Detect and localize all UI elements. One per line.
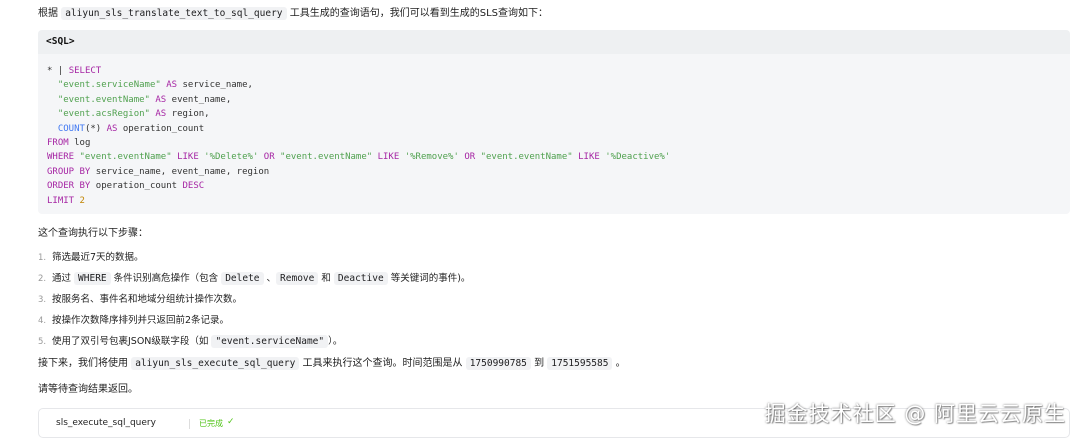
code-line: "event.eventName" AS event_name, <box>47 95 231 105</box>
intro-prefix: 根据 <box>38 8 58 19</box>
code-line: GROUP BY service_name, event_name, regio… <box>47 167 269 177</box>
code-line: FROM log <box>47 138 90 148</box>
intro-tool-code: aliyun_sls_translate_text_to_sql_query <box>61 7 287 20</box>
step-code: Delete <box>221 272 264 285</box>
code-token: LIKE <box>578 152 600 163</box>
code-token: "event.eventName" <box>480 152 573 163</box>
code-token: * | <box>47 66 69 76</box>
step-code: Deactive <box>333 272 388 285</box>
code-line: LIMIT 2 <box>47 196 85 206</box>
step-text: 筛选最近7天的数据。 <box>52 252 144 263</box>
next-text-2: 工具来执行这个查询。时间范围是从 <box>299 358 466 369</box>
step-code: "event.serviceName" <box>211 335 329 348</box>
tool-call-divider <box>189 419 190 429</box>
code-token: AS <box>155 109 167 120</box>
step-item: 5. 使用了双引号包裹JSON级联字段（如 "event.serviceName"… <box>38 331 470 352</box>
code-line: ORDER BY operation_count DESC <box>47 181 204 191</box>
next-text-4: 。 <box>612 358 626 369</box>
next-tool-code: aliyun_sls_execute_sql_query <box>131 357 300 370</box>
code-token: AS <box>106 123 118 134</box>
code-token: WHERE <box>47 152 75 163</box>
step-text: 通过 <box>52 273 75 284</box>
step-item: 3. 按服务名、事件名和地域分组统计操作次数。 <box>38 289 470 310</box>
sql-code: * | SELECT "event.serviceName" AS servic… <box>38 54 1070 208</box>
step-number: 1. <box>38 253 47 263</box>
code-token: OR <box>464 152 476 163</box>
step-text: 和 <box>318 273 334 284</box>
chat-message: 根据 aliyun_sls_translate_text_to_sql_quer… <box>0 0 1080 445</box>
code-token: event_name, <box>166 94 232 105</box>
next-text-3: 到 <box>530 358 548 369</box>
code-token: '%Deactive%' <box>605 152 671 163</box>
code-token: "event.serviceName" <box>57 80 161 91</box>
code-token: "event.eventName" <box>280 152 373 163</box>
step-item: 1. 筛选最近7天的数据。 <box>38 247 470 268</box>
next-text-1: 接下来，我们将使用 <box>38 358 132 369</box>
code-token: OR <box>263 152 275 163</box>
code-line: * | SELECT <box>47 66 101 76</box>
sql-code-block: <SQL> * | SELECT "event.serviceName" AS … <box>38 30 1070 214</box>
step-number: 4. <box>38 316 47 326</box>
code-token: LIKE <box>177 152 199 163</box>
code-token: operation_count <box>90 181 183 192</box>
intro-suffix: 工具生成的查询语句，我们可以看到生成的SLS查询如下： <box>289 8 548 19</box>
steps-title: 这个查询执行以下步骤： <box>38 228 148 239</box>
code-token: "event.eventName" <box>79 152 172 163</box>
code-token: 2 <box>79 195 85 206</box>
step-text: 按操作次数降序排列并只返回前2条记录。 <box>52 315 230 326</box>
watermark: 掘金技术社区 @ 阿里云云原生 <box>764 402 1066 426</box>
code-token: "event.acsRegion" <box>57 109 150 120</box>
code-token: region, <box>166 109 210 120</box>
step-code: WHERE <box>74 272 111 285</box>
next-paragraph: 接下来，我们将使用 aliyun_sls_execute_sql_query 工… <box>38 356 626 371</box>
step-item: 2. 通过 WHERE 条件识别高危操作（包含 Delete 、 Remove 和 … <box>38 268 470 289</box>
code-token: (*) <box>84 123 107 134</box>
code-token: LIKE <box>377 152 400 163</box>
code-line: WHERE "event.eventName" LIKE '%Delete%' … <box>47 152 670 162</box>
code-token: FROM <box>47 138 69 149</box>
tool-call-status: 已完成 <box>199 419 223 428</box>
code-block-header: <SQL> <box>38 30 1070 54</box>
check-icon: ✓ <box>227 417 235 427</box>
step-code: Remove <box>276 272 319 285</box>
code-token: DESC <box>182 181 205 192</box>
code-token: LIMIT <box>47 195 75 206</box>
code-token: AS <box>166 80 178 91</box>
code-token: COUNT <box>57 123 85 134</box>
code-token: SELECT <box>68 66 102 76</box>
code-token: '%Delete%' <box>204 152 259 163</box>
steps-list: 1. 筛选最近7天的数据。 2. 通过 WHERE 条件识别高危操作（包含 Delet… <box>38 247 470 352</box>
code-token: "event.eventName" <box>57 94 150 105</box>
step-text: 、 <box>263 273 277 284</box>
time-to-code: 1751595585 <box>547 357 613 370</box>
step-text: 使用了双引号包裹JSON级联字段（如 <box>52 336 212 347</box>
step-number: 3. <box>38 295 47 305</box>
step-item: 4. 按操作次数降序排列并只返回前2条记录。 <box>38 310 470 331</box>
code-line: "event.acsRegion" AS region, <box>47 109 210 119</box>
code-line: "event.serviceName" AS service_name, <box>47 80 253 90</box>
code-token: log <box>68 138 91 149</box>
time-from-code: 1750990785 <box>465 357 531 370</box>
step-number: 5. <box>38 337 47 347</box>
intro-paragraph: 根据 aliyun_sls_translate_text_to_sql_quer… <box>38 6 548 21</box>
code-token: GROUP BY <box>47 166 91 177</box>
wait-paragraph: 请等待查询结果返回。 <box>38 384 138 395</box>
step-text: 按服务名、事件名和地域分组统计操作次数。 <box>52 294 243 305</box>
code-token: ORDER BY <box>47 181 91 192</box>
step-number: 2. <box>38 274 47 284</box>
code-token: service_name, event_name, region <box>90 166 270 177</box>
step-text: ）。 <box>328 336 343 347</box>
code-token: operation_count <box>117 123 205 134</box>
code-token: '%Remove%' <box>404 152 459 163</box>
tool-call-name: sls_execute_sql_query <box>56 418 156 428</box>
code-token: service_name, <box>177 80 253 91</box>
code-line: COUNT(*) AS operation_count <box>47 124 204 134</box>
step-text: 条件识别高危操作（包含 <box>110 273 222 284</box>
step-text: 等关键词的事件)。 <box>387 273 471 284</box>
code-token: AS <box>155 94 167 105</box>
